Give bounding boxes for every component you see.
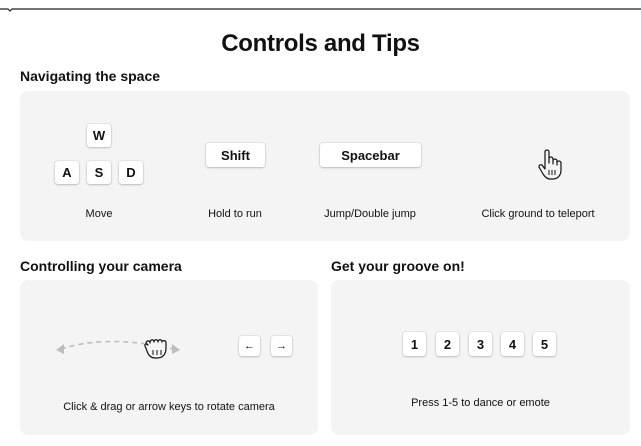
section-heading-camera: Controlling your camera: [20, 258, 182, 274]
key-3: 3: [469, 332, 492, 356]
key-d: D: [119, 161, 143, 184]
top-border-line: [0, 8, 641, 12]
caption-groove: Press 1-5 to dance or emote: [411, 397, 550, 409]
key-arrow-left: ←: [239, 336, 260, 356]
caption-jump: Jump/Double jump: [324, 208, 416, 220]
pointer-hand-icon: [538, 149, 562, 180]
key-4: 4: [501, 332, 524, 356]
key-a: A: [55, 161, 79, 184]
caption-camera: Click & drag or arrow keys to rotate cam…: [63, 401, 275, 413]
navigating-panel: W A S D Shift Spacebar Move Hold to run …: [20, 91, 630, 241]
section-heading-navigating: Navigating the space: [20, 68, 161, 84]
caption-move: Move: [85, 208, 113, 220]
key-s: S: [87, 161, 111, 184]
key-shift: Shift: [206, 143, 265, 167]
key-spacebar: Spacebar: [320, 143, 421, 167]
camera-panel: ← → Click & drag or arrow keys to rotate…: [20, 280, 318, 435]
grab-hand-icon: [144, 334, 170, 360]
key-5: 5: [533, 332, 556, 356]
caption-run: Hold to run: [208, 208, 262, 220]
section-heading-groove: Get your groove on!: [331, 258, 465, 274]
groove-panel: 1 2 3 4 5 Press 1-5 to dance or emote: [331, 280, 630, 435]
key-1: 1: [403, 332, 426, 356]
key-w: W: [87, 124, 111, 147]
key-arrow-right: →: [271, 336, 292, 356]
key-2: 2: [436, 332, 459, 356]
caption-teleport: Click ground to teleport: [481, 208, 595, 220]
page-title: Controls and Tips: [221, 30, 420, 57]
